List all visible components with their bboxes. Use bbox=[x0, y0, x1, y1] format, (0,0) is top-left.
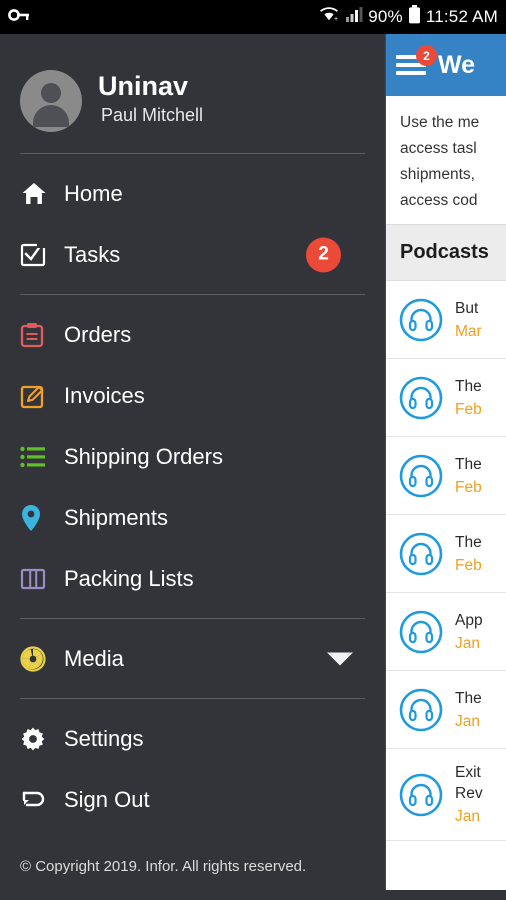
gear-icon bbox=[20, 726, 64, 752]
list-item[interactable]: App Jan bbox=[386, 593, 506, 671]
headphones-icon bbox=[398, 687, 444, 733]
chevron-down-icon[interactable] bbox=[327, 652, 353, 665]
sidebar-item-orders[interactable]: Orders bbox=[0, 304, 385, 365]
divider bbox=[20, 153, 365, 154]
sidebar-item-label: Shipments bbox=[64, 504, 168, 530]
navigation-drawer: Uninav Paul Mitchell Home Tasks 2 Orders… bbox=[0, 34, 386, 900]
sidebar-item-media[interactable]: Media bbox=[0, 628, 385, 689]
main-content-panel: 2 We Use the me access tasl shipments, a… bbox=[386, 34, 506, 900]
sidebar-item-shipping-orders[interactable]: Shipping Orders bbox=[0, 426, 385, 487]
sidebar-item-label: Shipping Orders bbox=[64, 443, 223, 469]
drawer-header: Uninav Paul Mitchell bbox=[0, 34, 385, 144]
list-item[interactable]: Exit Rev Jan bbox=[386, 749, 506, 841]
cell-signal-icon bbox=[345, 6, 363, 28]
hamburger-menu-icon[interactable]: 2 bbox=[396, 45, 437, 77]
wifi-icon: + bbox=[318, 6, 340, 28]
sign-out-icon bbox=[20, 788, 64, 812]
podcast-date: Jan bbox=[455, 634, 480, 652]
podcast-title-line2: Rev bbox=[455, 785, 483, 802]
podcast-date: Feb bbox=[455, 400, 482, 418]
battery-icon bbox=[408, 5, 421, 29]
podcast-title: The bbox=[455, 689, 482, 707]
intro-line-1: Use the me bbox=[400, 114, 480, 131]
podcast-title: The bbox=[455, 455, 482, 473]
sidebar-item-sign-out[interactable]: Sign Out bbox=[0, 769, 385, 830]
key-icon bbox=[8, 7, 30, 28]
podcast-title: App bbox=[455, 611, 483, 629]
sidebar-item-home[interactable]: Home bbox=[0, 163, 385, 224]
copyright-text: © Copyright 2019. Infor. All rights rese… bbox=[20, 858, 307, 875]
clipboard-icon bbox=[20, 322, 64, 348]
sidebar-item-tasks[interactable]: Tasks 2 bbox=[0, 224, 385, 285]
sidebar-item-label: Media bbox=[64, 645, 124, 671]
sidebar-item-shipments[interactable]: Shipments bbox=[0, 487, 385, 548]
clock: 11:52 AM bbox=[425, 7, 498, 26]
podcast-date: Mar bbox=[455, 322, 482, 340]
tasks-badge: 2 bbox=[306, 237, 341, 272]
sidebar-item-label: Settings bbox=[64, 725, 144, 751]
menu-notification-badge: 2 bbox=[416, 45, 437, 66]
intro-text: Use the me access tasl shipments, access… bbox=[386, 96, 506, 224]
intro-line-2: access tasl bbox=[400, 140, 477, 157]
sidebar-item-label: Orders bbox=[64, 321, 132, 347]
sidebar-item-label: Tasks bbox=[64, 241, 121, 267]
sidebar-item-label: Packing Lists bbox=[64, 565, 194, 591]
status-bar: + 90% 11:52 AM bbox=[0, 0, 506, 34]
person-avatar-icon bbox=[20, 70, 82, 132]
podcasts-section-header: Podcasts bbox=[386, 224, 506, 281]
svg-text:+: + bbox=[334, 16, 338, 23]
podcast-title: The bbox=[455, 533, 482, 551]
sidebar-item-label: Sign Out bbox=[64, 786, 150, 812]
sidebar-item-settings[interactable]: Settings bbox=[0, 708, 385, 769]
bottom-nav-strip bbox=[0, 890, 506, 900]
phone-screen: + 90% 11:52 AM 2 We Use the me access ta… bbox=[0, 0, 506, 900]
edit-square-icon bbox=[20, 383, 64, 409]
headphones-icon bbox=[398, 297, 444, 343]
list-icon bbox=[20, 446, 64, 468]
app-bar: 2 We bbox=[386, 34, 506, 96]
podcast-date: Jan bbox=[455, 712, 480, 730]
columns-icon bbox=[20, 567, 64, 591]
podcast-title: The bbox=[455, 377, 482, 395]
podcast-date: Feb bbox=[455, 478, 482, 496]
home-icon bbox=[20, 180, 64, 208]
podcast-list: But Mar The Feb The Feb The Feb App Jan … bbox=[386, 281, 506, 841]
app-bar-title: We bbox=[438, 50, 476, 79]
headphones-icon bbox=[398, 453, 444, 499]
list-item[interactable]: The Feb bbox=[386, 515, 506, 593]
user-name: Paul Mitchell bbox=[101, 105, 204, 125]
divider bbox=[20, 294, 365, 295]
podcast-date: Feb bbox=[455, 556, 482, 574]
sidebar-item-packing-lists[interactable]: Packing Lists bbox=[0, 548, 385, 609]
divider bbox=[20, 698, 365, 699]
list-item[interactable]: But Mar bbox=[386, 281, 506, 359]
podcast-title: But bbox=[455, 299, 479, 317]
headphones-icon bbox=[398, 531, 444, 577]
list-item[interactable]: The Feb bbox=[386, 359, 506, 437]
map-pin-icon bbox=[20, 504, 64, 532]
podcast-date: Jan bbox=[455, 808, 480, 825]
podcast-title: Exit bbox=[455, 764, 481, 781]
list-item[interactable]: The Jan bbox=[386, 671, 506, 749]
headphones-icon bbox=[398, 375, 444, 421]
app-name: Uninav bbox=[98, 71, 189, 101]
headphones-icon bbox=[398, 609, 444, 655]
sidebar-item-label: Invoices bbox=[64, 382, 145, 408]
task-check-icon bbox=[20, 241, 64, 268]
battery-percent: 90% bbox=[368, 7, 403, 26]
aperture-icon bbox=[20, 645, 64, 672]
headphones-icon bbox=[398, 772, 444, 818]
intro-line-3: shipments, bbox=[400, 166, 475, 183]
intro-line-4: access cod bbox=[400, 192, 478, 209]
sidebar-item-label: Home bbox=[64, 180, 123, 206]
sidebar-item-invoices[interactable]: Invoices bbox=[0, 365, 385, 426]
divider bbox=[20, 618, 365, 619]
list-item[interactable]: The Feb bbox=[386, 437, 506, 515]
